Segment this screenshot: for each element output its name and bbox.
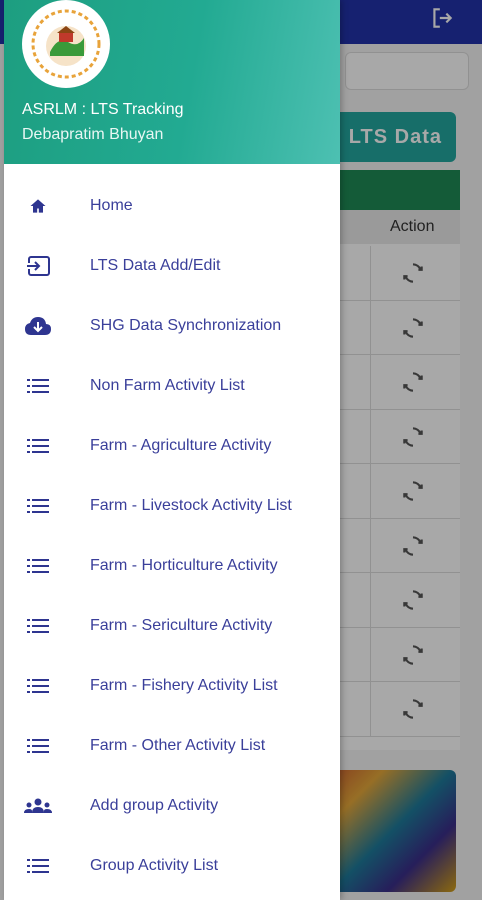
list-icon (24, 432, 52, 460)
navigation-drawer: ASRLM : LTS Tracking Debapratim Bhuyan H… (4, 0, 340, 900)
menu-item-lts-data-add-edit[interactable]: LTS Data Add/Edit (4, 236, 340, 296)
list-icon (24, 672, 52, 700)
menu-item-farm-agriculture[interactable]: Farm - Agriculture Activity (4, 416, 340, 476)
menu-item-label: Farm - Livestock Activity List (90, 497, 292, 514)
list-icon (24, 492, 52, 520)
menu-item-farm-sericulture[interactable]: Farm - Sericulture Activity (4, 596, 340, 656)
cloud-download-icon (24, 312, 52, 340)
login-icon (24, 252, 52, 280)
menu-item-label: Farm - Sericulture Activity (90, 617, 273, 634)
menu-item-label: Home (90, 197, 133, 214)
menu-item-group-activity-list[interactable]: Group Activity List (4, 836, 340, 896)
drawer-header: ASRLM : LTS Tracking Debapratim Bhuyan (4, 0, 340, 164)
group-icon (24, 792, 52, 820)
menu-item-farm-livestock[interactable]: Farm - Livestock Activity List (4, 476, 340, 536)
list-icon (24, 732, 52, 760)
menu-item-label: Farm - Horticulture Activity (90, 557, 278, 574)
menu-item-label: Group Activity List (90, 857, 219, 874)
list-icon (24, 552, 52, 580)
list-icon (24, 852, 52, 880)
menu-item-label: SHG Data Synchronization (90, 317, 282, 334)
menu-item-label: LTS Data Add/Edit (90, 257, 221, 274)
menu-item-add-group-activity[interactable]: Add group Activity (4, 776, 340, 836)
user-name: Debapratim Bhuyan (22, 126, 164, 143)
asrlm-logo (22, 0, 110, 88)
menu-item-farm-fishery[interactable]: Farm - Fishery Activity List (4, 656, 340, 716)
home-icon (24, 192, 52, 220)
list-icon (24, 612, 52, 640)
drawer-menu: Home LTS Data Add/Edit SHG Data Synchron… (4, 176, 340, 896)
menu-item-label: Farm - Fishery Activity List (90, 677, 278, 694)
menu-item-label: Farm - Other Activity List (90, 737, 266, 754)
menu-item-label: Farm - Agriculture Activity (90, 437, 272, 454)
menu-item-non-farm-activity[interactable]: Non Farm Activity List (4, 356, 340, 416)
menu-item-farm-other[interactable]: Farm - Other Activity List (4, 716, 340, 776)
menu-item-label: Add group Activity (90, 797, 219, 814)
list-icon (24, 372, 52, 400)
menu-item-shg-data-sync[interactable]: SHG Data Synchronization (4, 296, 340, 356)
menu-item-label: Non Farm Activity List (90, 377, 245, 394)
app-name: ASRLM : LTS Tracking (22, 101, 184, 118)
menu-item-home[interactable]: Home (4, 176, 340, 236)
menu-item-farm-horticulture[interactable]: Farm - Horticulture Activity (4, 536, 340, 596)
